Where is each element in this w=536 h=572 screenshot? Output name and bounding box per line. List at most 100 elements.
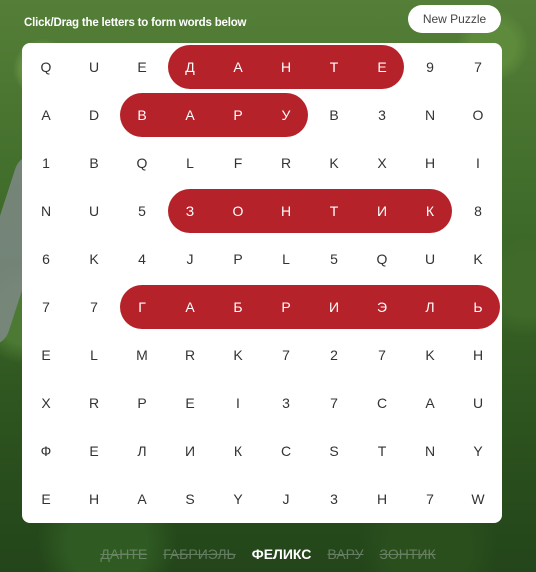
grid-cell[interactable]: M [118,331,166,379]
grid-cell[interactable]: E [22,331,70,379]
grid-cell[interactable]: 3 [262,379,310,427]
grid-cell[interactable]: J [166,235,214,283]
grid-cell[interactable]: 4 [118,235,166,283]
grid-cell[interactable]: C [358,379,406,427]
grid-cell[interactable]: R [262,139,310,187]
grid-cell[interactable]: К [214,427,262,475]
grid-cell[interactable]: Л [118,427,166,475]
grid-cell[interactable]: B [70,139,118,187]
grid-cell[interactable]: P [118,379,166,427]
grid-cell[interactable]: T [358,427,406,475]
grid-cell[interactable]: R [70,379,118,427]
grid-cell[interactable]: K [214,331,262,379]
grid-cell[interactable]: X [358,139,406,187]
grid-cell[interactable]: A [406,379,454,427]
grid-cell[interactable]: W [454,475,502,523]
grid-cell[interactable]: Ь [454,283,502,331]
grid-cell[interactable]: 3 [310,475,358,523]
grid-cell[interactable]: U [454,379,502,427]
grid-cell[interactable]: И [166,427,214,475]
grid-cell[interactable]: Н [262,187,310,235]
grid-cell[interactable]: З [166,187,214,235]
grid-cell[interactable]: Ф [22,427,70,475]
grid-cell[interactable]: N [406,91,454,139]
grid-cell[interactable]: 9 [406,43,454,91]
grid-cell[interactable]: U [70,187,118,235]
grid-cell[interactable]: Q [118,139,166,187]
grid-cell[interactable]: В [118,91,166,139]
grid-cell[interactable]: Т [310,187,358,235]
grid-cell[interactable]: 5 [118,187,166,235]
grid-cell[interactable]: И [310,283,358,331]
grid-cell[interactable]: K [310,139,358,187]
grid-cell[interactable]: Н [262,43,310,91]
grid-cell[interactable]: 7 [310,379,358,427]
grid-cell[interactable]: F [214,139,262,187]
grid-cell[interactable]: Э [358,283,406,331]
grid-cell[interactable]: Р [214,91,262,139]
grid-cell[interactable]: H [358,475,406,523]
grid-cell[interactable]: 5 [310,235,358,283]
grid-cell[interactable]: 7 [22,283,70,331]
grid-cell[interactable]: 7 [358,331,406,379]
grid-cell[interactable]: 7 [70,283,118,331]
grid-cell[interactable]: 7 [262,331,310,379]
grid-cell[interactable]: N [22,187,70,235]
grid-cell[interactable]: Е [358,43,406,91]
grid-cell[interactable]: L [166,139,214,187]
grid-cell[interactable]: Г [118,283,166,331]
grid-cell[interactable]: H [70,475,118,523]
grid-cell[interactable]: Q [358,235,406,283]
grid-cell[interactable]: У [262,91,310,139]
grid-cell[interactable]: 2 [310,331,358,379]
grid-cell[interactable]: R [166,331,214,379]
grid-cell[interactable]: 6 [22,235,70,283]
grid-cell[interactable]: L [262,235,310,283]
grid-cell[interactable]: L [70,331,118,379]
grid-cell[interactable]: X [22,379,70,427]
grid-cell[interactable]: O [454,91,502,139]
grid-cell[interactable]: Е [70,427,118,475]
grid-cell[interactable]: E [166,379,214,427]
grid-cell[interactable]: К [406,187,454,235]
grid-cell[interactable]: H [454,331,502,379]
grid-cell[interactable]: P [214,235,262,283]
grid-cell[interactable]: 8 [454,187,502,235]
grid-cell[interactable]: H [406,139,454,187]
new-puzzle-button[interactable]: New Puzzle [408,5,501,33]
grid-cell[interactable]: О [214,187,262,235]
grid-cell[interactable]: 3 [358,91,406,139]
grid-cell[interactable]: И [358,187,406,235]
grid-cell[interactable]: I [454,139,502,187]
grid-cell[interactable]: Y [454,427,502,475]
grid-cell[interactable]: B [310,91,358,139]
grid-cell[interactable]: S [310,427,358,475]
grid-cell[interactable]: C [262,427,310,475]
grid-cell[interactable]: I [214,379,262,427]
grid-cell[interactable]: N [406,427,454,475]
grid-cell[interactable]: J [262,475,310,523]
grid-cell[interactable]: A [118,475,166,523]
grid-cell[interactable]: А [214,43,262,91]
grid-cell[interactable]: А [166,283,214,331]
grid-cell[interactable]: K [70,235,118,283]
grid-cell[interactable]: U [70,43,118,91]
grid-cell[interactable]: 7 [454,43,502,91]
grid-cell[interactable]: K [454,235,502,283]
grid-cell[interactable]: Р [262,283,310,331]
grid-cell[interactable]: Q [22,43,70,91]
grid-cell[interactable]: Y [214,475,262,523]
grid-cell[interactable]: Т [310,43,358,91]
grid-cell[interactable]: D [70,91,118,139]
grid-cell[interactable]: Б [214,283,262,331]
grid-cell[interactable]: А [166,91,214,139]
grid-cell[interactable]: Д [166,43,214,91]
grid-cell[interactable]: E [22,475,70,523]
grid-cell[interactable]: 7 [406,475,454,523]
grid-cell[interactable]: K [406,331,454,379]
grid-cell[interactable]: 1 [22,139,70,187]
grid-cell[interactable]: Л [406,283,454,331]
grid-cell[interactable]: E [118,43,166,91]
grid-cell[interactable]: A [22,91,70,139]
grid-cell[interactable]: U [406,235,454,283]
